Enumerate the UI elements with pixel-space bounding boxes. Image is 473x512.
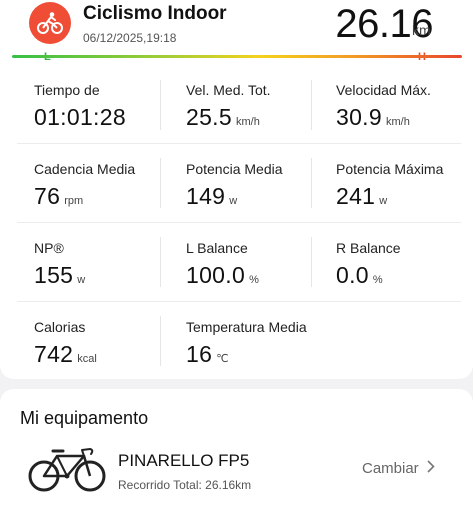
change-button-label: Cambiar <box>362 460 419 477</box>
stat-duration: Tiempo de 01:01:28 <box>34 82 174 131</box>
stat-unit: % <box>249 274 259 286</box>
stat-left-balance: L Balance 100.0% <box>186 240 326 289</box>
stat-label: Velocidad Máx. <box>336 82 431 98</box>
stat-label: Potencia Media <box>186 161 283 177</box>
row-divider <box>17 222 461 223</box>
column-divider <box>160 158 161 208</box>
column-divider <box>160 80 161 130</box>
bike-total-distance: Recorrido Total: 26.16km <box>118 478 252 492</box>
equipment-section-title: Mi equipamento <box>20 408 149 428</box>
stat-value: 01:01:28 <box>34 104 126 130</box>
road-bike-icon <box>27 442 107 494</box>
distance-unit: km <box>412 22 431 38</box>
stat-max-power: Potencia Máxima 241 w <box>336 161 473 210</box>
stat-normalized-power: NP® 155 w <box>34 240 174 289</box>
activity-datetime: 06/12/2025,19:18 <box>83 31 177 45</box>
stat-unit: w <box>379 195 388 207</box>
column-divider <box>311 158 312 208</box>
stat-unit: w <box>229 195 238 207</box>
stat-unit: km/h <box>385 116 410 128</box>
stat-unit: km/h <box>235 116 260 128</box>
stat-value: 30.9 <box>336 104 382 130</box>
stat-label: R Balance <box>336 240 401 256</box>
bike-name: PINARELLO FP5 <box>118 451 250 470</box>
stat-avg-speed: Vel. Med. Tot. 25.5 km/h <box>186 82 326 131</box>
change-equipment-button[interactable]: Cambiar <box>362 460 435 477</box>
column-divider <box>311 237 312 287</box>
stat-value: 742 <box>34 341 74 367</box>
intensity-gradient-bar <box>12 55 462 58</box>
stat-value: 16 <box>186 341 213 367</box>
stat-unit: ℃ <box>216 353 229 365</box>
stat-label: Potencia Máxima <box>336 161 444 177</box>
stat-label: Tiempo de <box>34 82 100 98</box>
stat-avg-cadence: Cadencia Media 76 rpm <box>34 161 174 210</box>
stat-value: 149 <box>186 183 226 209</box>
activity-title: Ciclismo Indoor <box>83 3 227 24</box>
stat-unit: rpm <box>64 195 84 207</box>
row-divider <box>17 143 461 144</box>
equipment-card: Mi equipamento PINARELLO FP5 Recorrido T… <box>0 389 473 512</box>
stat-avg-power: Potencia Media 149 w <box>186 161 326 210</box>
stat-calories: Calorias 742 kcal <box>34 319 174 368</box>
stat-unit: w <box>77 274 86 286</box>
cycling-icon <box>29 2 71 44</box>
stat-value: 25.5 <box>186 104 232 130</box>
chevron-right-icon <box>427 460 435 477</box>
workout-summary-card: Ciclismo Indoor 06/12/2025,19:18 26.16 k… <box>0 0 473 379</box>
stat-avg-temperature: Temperatura Media 16 ℃ <box>186 319 326 368</box>
column-divider <box>160 237 161 287</box>
stat-value: 241 <box>336 183 376 209</box>
stat-value: 76 <box>34 183 61 209</box>
stat-label: Vel. Med. Tot. <box>186 82 271 98</box>
stat-label: Cadencia Media <box>34 161 136 177</box>
stat-right-balance: R Balance 0.0% <box>336 240 473 289</box>
stat-label: NP® <box>34 240 64 256</box>
stat-value: 100.0 <box>186 262 246 288</box>
stat-label: Temperatura Media <box>186 319 307 335</box>
stat-value: 0.0 <box>336 262 369 288</box>
stat-label: L Balance <box>186 240 248 256</box>
stat-unit: kcal <box>77 353 97 365</box>
stat-unit: % <box>372 274 383 286</box>
stat-label: Calorias <box>34 319 86 335</box>
row-divider <box>17 301 461 302</box>
stat-max-speed: Velocidad Máx. 30.9 km/h <box>336 82 473 131</box>
column-divider <box>160 316 161 366</box>
stat-value: 155 <box>34 262 74 288</box>
column-divider <box>311 80 312 130</box>
